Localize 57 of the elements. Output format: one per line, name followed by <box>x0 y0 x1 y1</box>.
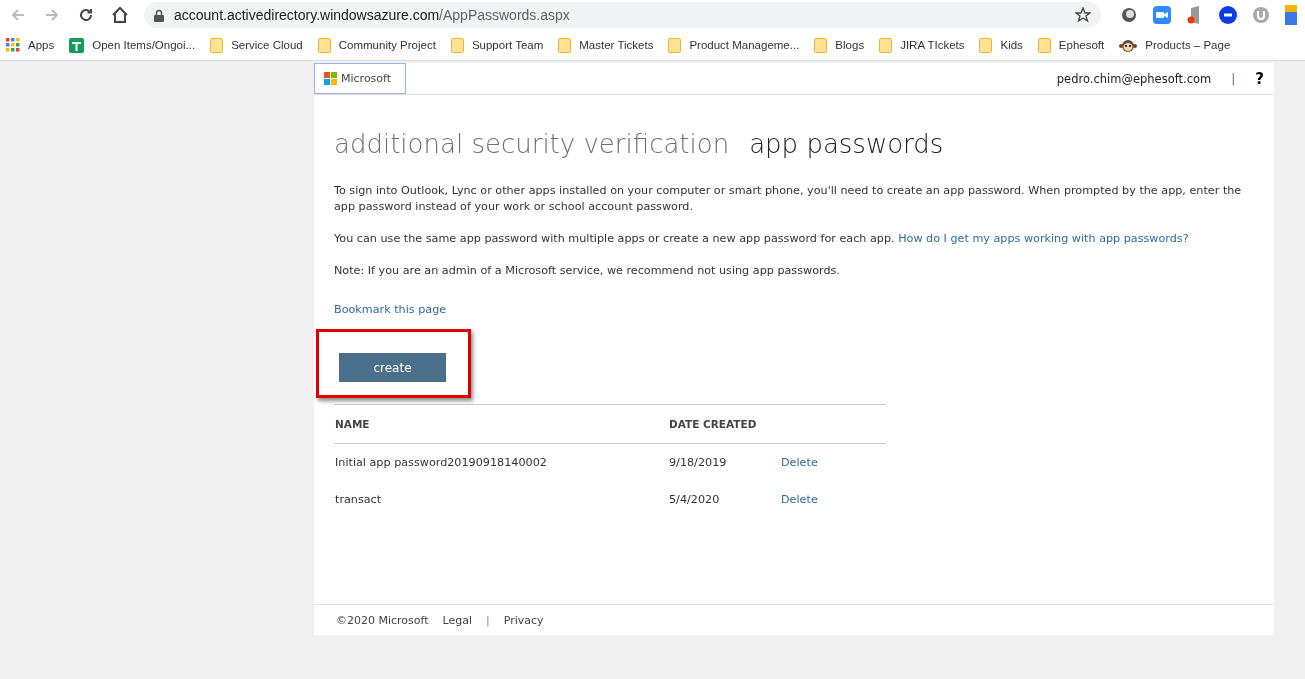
extension-icon[interactable] <box>1121 7 1137 23</box>
url-text: account.activedirectory.windowsazure.com/AppPasswords.aspx <box>174 7 570 23</box>
folder-icon <box>210 37 224 53</box>
folder-icon <box>879 37 893 53</box>
apps-grid-icon <box>6 38 20 52</box>
folder-icon <box>814 37 828 53</box>
address-bar[interactable]: account.activedirectory.windowsazure.com/AppPasswords.aspx <box>144 2 1101 28</box>
delete-link[interactable]: Delete <box>781 456 818 469</box>
bookmark-item[interactable]: Blogs <box>814 37 865 53</box>
section-title[interactable]: additional security verification <box>334 129 730 159</box>
windows-logo-icon <box>324 72 337 85</box>
bookmark-item[interactable]: Ephesoft <box>1037 37 1105 53</box>
delete-link[interactable]: Delete <box>781 493 818 506</box>
separator: | <box>486 613 490 627</box>
bookmark-item[interactable]: Support Team <box>450 37 544 53</box>
bookmark-item[interactable]: Apps <box>6 38 55 52</box>
bookmark-item[interactable]: Open Items/Ongoi... <box>69 37 196 53</box>
folder-icon <box>450 37 464 53</box>
separator: | <box>1231 71 1236 86</box>
monkey-face-icon <box>1119 37 1138 53</box>
bookmark-item[interactable]: Product Manageme... <box>668 37 800 53</box>
date-cell: 5/4/2020 <box>669 493 720 506</box>
home-icon[interactable] <box>111 6 129 24</box>
page-title: app passwords <box>749 129 944 159</box>
microsoft-logo[interactable]: Microsoft <box>314 63 407 94</box>
lock-icon <box>154 8 164 22</box>
bookmark-item[interactable]: Master Tickets <box>558 37 654 53</box>
bookmark-item[interactable]: JIRA TIckets <box>879 37 965 53</box>
help-button[interactable]: ? <box>1255 69 1264 88</box>
privacy-link[interactable]: Privacy <box>503 613 544 627</box>
name-cell: Initial app password20190918140002 <box>335 456 547 469</box>
legal-link[interactable]: Legal <box>442 613 473 627</box>
paragraph: To sign into Outlook, Lync or other apps installed on your computer or smart phone, you'll need to create an app password. When prompted by the app, enter the app password instead of your work or school account password. <box>334 183 1243 215</box>
folder-icon <box>317 37 331 53</box>
reload-icon[interactable] <box>78 7 94 23</box>
camera-icon[interactable] <box>1153 6 1171 24</box>
paragraph: You can use the same app password with multiple apps or create a new app password for each app. How do I get my apps working with app passwords? <box>334 231 1190 247</box>
name-cell: transact <box>335 493 382 506</box>
bookmark-item[interactable]: Service Cloud <box>210 37 303 53</box>
sheet-icon <box>69 37 85 53</box>
bookmark-item[interactable]: Community Project <box>317 37 436 53</box>
folder-icon <box>979 37 993 53</box>
folder-icon <box>558 37 572 53</box>
bookmark-link[interactable]: Bookmark this page <box>334 303 447 316</box>
folder-icon <box>1037 37 1051 53</box>
help-link[interactable]: How do I get my apps working with app passwords? <box>898 232 1189 245</box>
column-header: DATE CREATED <box>669 418 757 430</box>
copyright-text: ©2020 Microsoft <box>336 613 429 627</box>
create-button[interactable]: create <box>339 353 446 382</box>
date-cell: 9/18/2019 <box>669 456 727 469</box>
column-header: NAME <box>335 418 370 430</box>
paragraph: Note: If you are an admin of a Microsoft service, we recommend not using app passwords. <box>334 263 841 279</box>
user-email[interactable]: pedro.chim@ephesoft.com <box>1056 71 1212 86</box>
bookmark-item[interactable]: Products – Page <box>1119 37 1231 53</box>
star-icon[interactable] <box>1075 7 1091 23</box>
bookmark-item[interactable]: Kids <box>979 37 1023 53</box>
folder-icon <box>668 37 682 53</box>
